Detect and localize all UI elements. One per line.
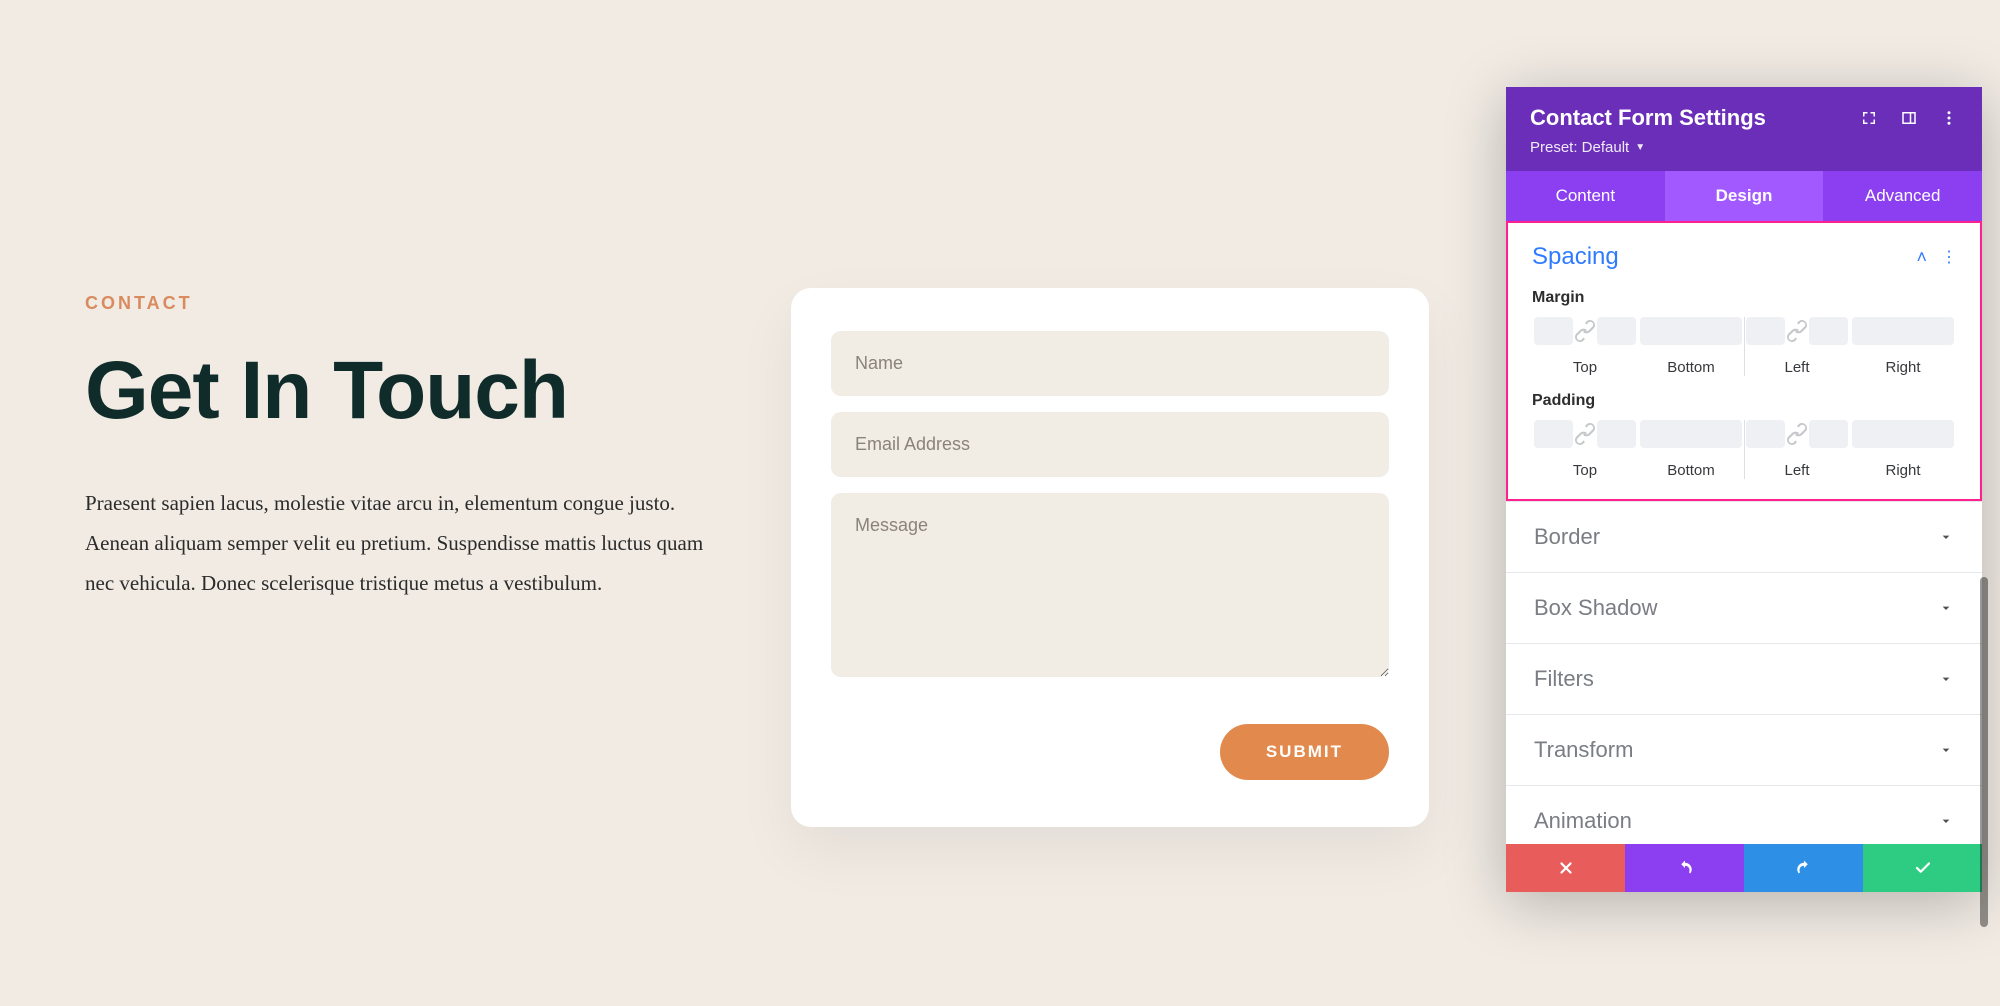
section-animation[interactable]: Animation: [1506, 785, 1982, 844]
margin-left-input[interactable]: [1746, 317, 1785, 345]
email-input[interactable]: [831, 412, 1389, 477]
dock-icon[interactable]: [1900, 109, 1918, 127]
padding-top-unit[interactable]: [1597, 420, 1636, 448]
padding-left-caption: Left: [1746, 462, 1848, 479]
eyebrow-label: CONTACT: [85, 293, 745, 314]
margin-right-input[interactable]: [1852, 317, 1954, 345]
margin-bottom-caption: Bottom: [1640, 359, 1742, 376]
more-icon[interactable]: [1940, 109, 1958, 127]
padding-left-unit[interactable]: [1809, 420, 1848, 448]
check-icon: [1914, 859, 1932, 877]
section-spacing: Spacing ˄ ⋮ Margin Top: [1506, 221, 1982, 501]
panel-header: Contact Form Settings Preset: Default ▼: [1506, 87, 1982, 171]
chevron-down-icon: [1938, 813, 1954, 829]
collapse-icon[interactable]: ˄: [1916, 247, 1927, 268]
cancel-button[interactable]: [1506, 844, 1625, 892]
margin-top-unit[interactable]: [1597, 317, 1636, 345]
intro-block: CONTACT Get In Touch Praesent sapien lac…: [85, 293, 745, 604]
action-bar: [1506, 844, 1982, 892]
margin-bottom-input[interactable]: [1640, 317, 1742, 345]
message-input[interactable]: [831, 493, 1389, 677]
tab-advanced[interactable]: Advanced: [1823, 171, 1982, 221]
section-transform[interactable]: Transform: [1506, 714, 1982, 785]
name-input[interactable]: [831, 331, 1389, 396]
settings-tabs: Content Design Advanced: [1506, 171, 1982, 221]
chevron-down-icon: [1938, 529, 1954, 545]
contact-form-card: SUBMIT: [791, 288, 1429, 827]
margin-top-input[interactable]: [1534, 317, 1573, 345]
section-border[interactable]: Border: [1506, 501, 1982, 572]
settings-panel: Contact Form Settings Preset: Default ▼ …: [1506, 87, 1982, 892]
margin-left-unit[interactable]: [1809, 317, 1848, 345]
margin-group: Margin Top Bottom: [1532, 289, 1956, 376]
padding-top-caption: Top: [1534, 462, 1636, 479]
link-icon[interactable]: [1785, 422, 1809, 446]
margin-right-caption: Right: [1852, 359, 1954, 376]
chevron-down-icon: [1938, 671, 1954, 687]
preset-dropdown[interactable]: Preset: Default ▼: [1530, 139, 1645, 156]
margin-top-caption: Top: [1534, 359, 1636, 376]
padding-right-caption: Right: [1852, 462, 1954, 479]
padding-left-input[interactable]: [1746, 420, 1785, 448]
chevron-down-icon: [1938, 742, 1954, 758]
link-icon[interactable]: [1785, 319, 1809, 343]
padding-right-input[interactable]: [1852, 420, 1954, 448]
section-box-shadow-label: Box Shadow: [1534, 595, 1658, 621]
intro-body: Praesent sapien lacus, molestie vitae ar…: [85, 484, 725, 604]
section-box-shadow[interactable]: Box Shadow: [1506, 572, 1982, 643]
redo-button[interactable]: [1744, 844, 1863, 892]
padding-bottom-caption: Bottom: [1640, 462, 1742, 479]
section-filters-label: Filters: [1534, 666, 1594, 692]
padding-bottom-input[interactable]: [1640, 420, 1742, 448]
padding-label: Padding: [1532, 392, 1956, 410]
link-icon[interactable]: [1573, 422, 1597, 446]
link-icon[interactable]: [1573, 319, 1597, 343]
expand-icon[interactable]: [1860, 109, 1878, 127]
panel-title: Contact Form Settings: [1530, 105, 1766, 131]
undo-button[interactable]: [1625, 844, 1744, 892]
redo-icon: [1795, 859, 1813, 877]
chevron-down-icon: [1938, 600, 1954, 616]
section-border-label: Border: [1534, 524, 1600, 550]
save-button[interactable]: [1863, 844, 1982, 892]
preset-label: Preset: Default: [1530, 139, 1629, 156]
padding-group: Padding Top Bottom: [1532, 392, 1956, 479]
section-animation-label: Animation: [1534, 808, 1632, 834]
margin-left-caption: Left: [1746, 359, 1848, 376]
page-title: Get In Touch: [85, 344, 745, 438]
padding-top-input[interactable]: [1534, 420, 1573, 448]
caret-down-icon: ▼: [1635, 142, 1645, 153]
submit-button[interactable]: SUBMIT: [1220, 724, 1389, 780]
tab-design[interactable]: Design: [1665, 171, 1824, 221]
section-more-icon[interactable]: ⋮: [1941, 247, 1956, 267]
section-filters[interactable]: Filters: [1506, 643, 1982, 714]
close-icon: [1557, 859, 1575, 877]
section-spacing-title[interactable]: Spacing: [1532, 243, 1619, 271]
tab-content[interactable]: Content: [1506, 171, 1665, 221]
undo-icon: [1676, 859, 1694, 877]
margin-label: Margin: [1532, 289, 1956, 307]
panel-scrollbar[interactable]: [1980, 577, 1988, 927]
section-transform-label: Transform: [1534, 737, 1633, 763]
